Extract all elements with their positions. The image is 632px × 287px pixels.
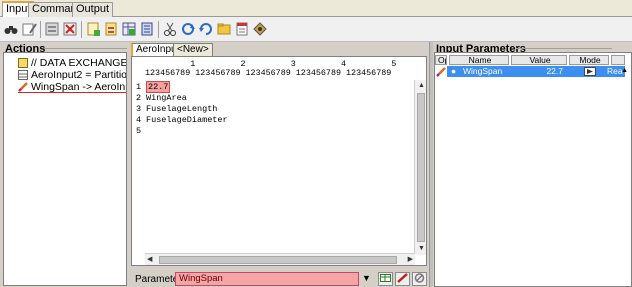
note-icon xyxy=(18,58,28,68)
column-header-op[interactable]: Op xyxy=(435,55,447,65)
parameter-clear-button[interactable] xyxy=(412,272,427,286)
list-icon[interactable] xyxy=(139,21,155,37)
scroll-left-icon[interactable]: ◀ xyxy=(147,256,152,264)
export-icon[interactable] xyxy=(234,21,250,37)
refresh-icon[interactable] xyxy=(198,21,214,37)
import-icon[interactable] xyxy=(103,21,119,37)
add-file-icon[interactable] xyxy=(85,21,101,37)
cycle-icon[interactable] xyxy=(180,21,196,37)
editor-line[interactable]: 4 FuselageDiameter xyxy=(136,115,228,126)
table-row[interactable]: ● WingSpan 22.7 Rea xyxy=(447,66,625,77)
parameter-table-button[interactable] xyxy=(378,272,393,286)
text-editor[interactable]: 1 2 3 4 5 123456789 123456789 123456789 1… xyxy=(131,56,427,266)
editor-tab-bar: AeroInput <New> xyxy=(131,43,427,57)
panel-splitter[interactable] xyxy=(429,42,433,287)
vertical-scrollbar[interactable]: ▲ ▼ xyxy=(414,80,426,255)
scroll-down-icon[interactable]: ▼ xyxy=(418,245,425,253)
tab-new[interactable]: <New> xyxy=(173,43,213,57)
input-parameters-table: Op Name Value Mode ● WingSpan 22.7 Rea ▲ xyxy=(434,52,632,287)
editor-line[interactable]: 1 22.7 xyxy=(136,81,171,93)
no-entry-icon xyxy=(414,273,425,283)
table-icon xyxy=(18,70,28,80)
column-header-value[interactable]: Value xyxy=(511,55,567,65)
toolbar xyxy=(0,17,632,42)
actions-tree: // DATA EXCHANGE PROG AeroInput2 = Parti… xyxy=(3,52,127,286)
edit-note-icon[interactable] xyxy=(21,21,37,37)
tree-item-comment[interactable]: // DATA EXCHANGE PROG xyxy=(18,57,126,69)
folder-icon[interactable] xyxy=(216,21,232,37)
cut-icon[interactable] xyxy=(162,21,178,37)
cancel-icon[interactable] xyxy=(62,21,78,37)
horizontal-scrollbar[interactable]: ◀ ▶ xyxy=(145,253,415,265)
run-icon[interactable] xyxy=(252,21,268,37)
pencil-icon xyxy=(18,81,28,92)
vertical-scroll-thumb[interactable] xyxy=(417,93,425,242)
parameter-dropdown-icon[interactable]: ▼ xyxy=(361,272,372,286)
editor-line[interactable]: 3 FuselageLength xyxy=(136,104,217,115)
parameter-edit-button[interactable] xyxy=(395,272,410,286)
pencil-icon xyxy=(397,273,408,283)
scroll-up-icon[interactable]: ▲ xyxy=(621,67,628,74)
editor-line[interactable]: 5 xyxy=(136,126,146,137)
binoculars-icon[interactable] xyxy=(3,21,19,37)
scroll-right-icon[interactable]: ▶ xyxy=(408,256,413,264)
horizontal-scroll-thumb[interactable] xyxy=(159,256,397,264)
tree-item-partitioner[interactable]: AeroInput2 = Partitioner / T xyxy=(18,69,126,81)
column-header-name[interactable]: Name xyxy=(449,55,509,65)
column-header-mode[interactable]: Mode xyxy=(569,55,609,65)
column-ruler: 1 2 3 4 5 123456789 123456789 123456789 1… xyxy=(145,59,397,78)
tab-output[interactable]: Output xyxy=(72,2,114,17)
table-icon xyxy=(380,274,391,282)
mode-arrow-icon[interactable] xyxy=(584,67,596,76)
column-header-extra[interactable] xyxy=(611,55,625,65)
pencil-icon[interactable] xyxy=(436,66,446,77)
editor-line[interactable]: 2 WingArea xyxy=(136,93,187,104)
main-tab-bar: Input Command Output xyxy=(0,0,632,18)
table-icon[interactable] xyxy=(121,21,137,37)
tree-item-wingspan[interactable]: WingSpan -> AeroInput2.w xyxy=(18,81,126,93)
status-dot-icon: ● xyxy=(451,66,457,76)
check-list-icon[interactable] xyxy=(44,21,60,37)
parameter-field[interactable]: WingSpan xyxy=(175,272,359,286)
scroll-up-icon[interactable]: ▲ xyxy=(418,82,425,90)
